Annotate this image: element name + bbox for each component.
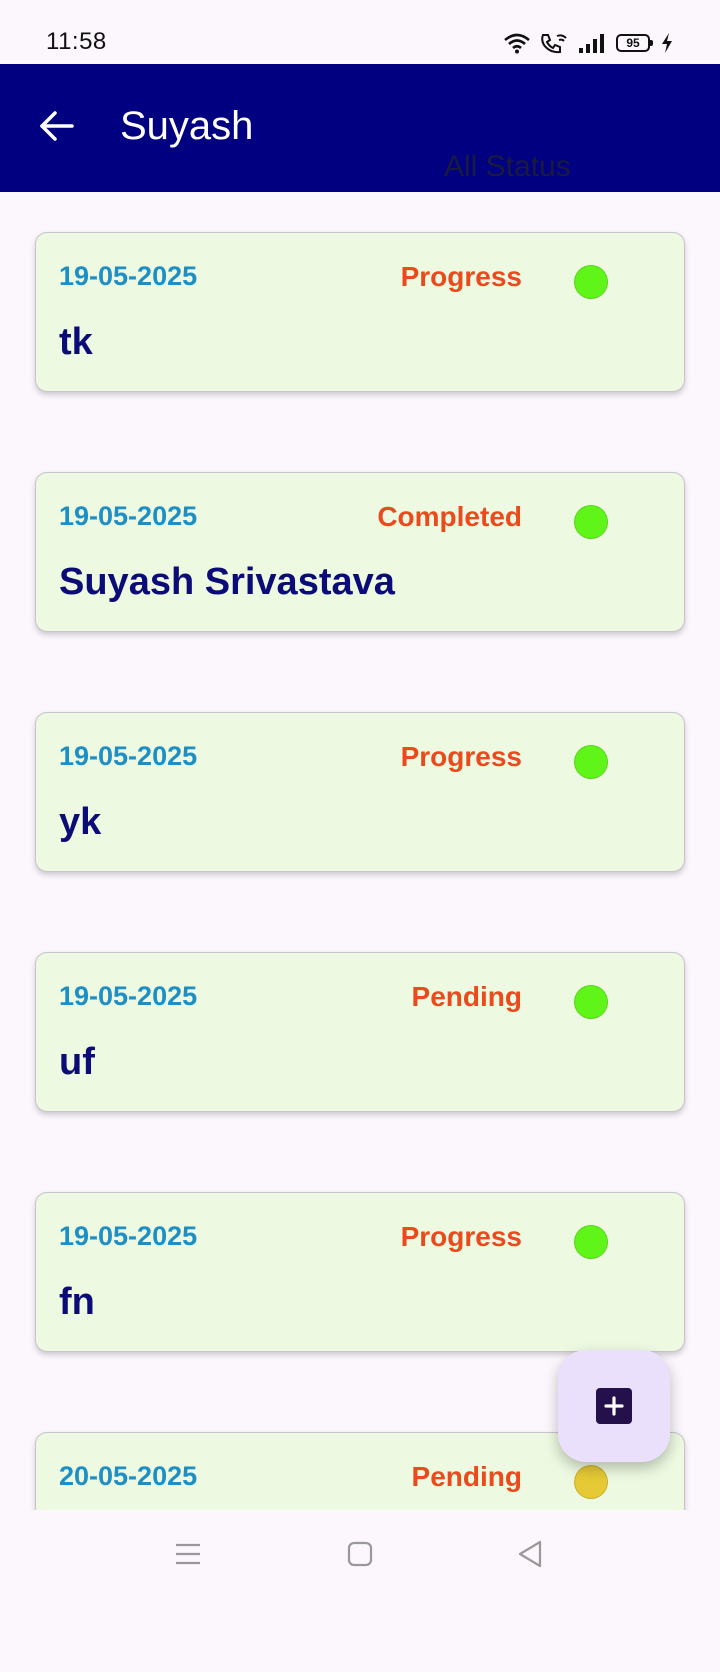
plus-icon — [596, 1388, 632, 1424]
status-dot-icon — [574, 985, 608, 1019]
task-status: Progress — [400, 1221, 522, 1252]
system-nav-bar — [0, 1510, 720, 1600]
battery-icon: 95 — [616, 34, 653, 52]
arrow-left-icon — [38, 110, 74, 147]
task-status: Completed — [377, 501, 522, 532]
status-time: 11:58 — [46, 28, 107, 55]
status-dot-icon — [574, 505, 608, 539]
task-date: 19-05-2025 — [59, 981, 198, 1011]
task-name: fn — [59, 1281, 95, 1323]
menu-icon — [175, 1542, 201, 1571]
task-status: Pending — [411, 981, 522, 1012]
status-bar: 11:58 95 — [0, 0, 720, 64]
task-status: Progress — [400, 741, 522, 772]
task-status: Pending — [411, 1461, 522, 1492]
signal-icon — [578, 33, 606, 53]
app-bar: Suyash All Status — [0, 64, 720, 192]
status-dot-icon — [574, 265, 608, 299]
task-date: 19-05-2025 — [59, 741, 198, 771]
task-card[interactable]: 19-05-2025 Pending uf — [35, 952, 685, 1112]
task-name: tk — [59, 321, 93, 363]
status-dot-icon — [574, 745, 608, 779]
task-card[interactable]: 19-05-2025 Progress tk — [35, 232, 685, 392]
status-dot-icon — [574, 1225, 608, 1259]
status-icons: 95 — [504, 30, 674, 56]
back-triangle-icon — [517, 1540, 543, 1573]
task-name: yk — [59, 801, 102, 843]
task-name: uf — [59, 1041, 95, 1083]
back-nav-button[interactable] — [514, 1540, 546, 1572]
page-title: Suyash — [120, 104, 254, 148]
charging-icon — [660, 32, 674, 54]
wifi-calling-icon — [540, 32, 568, 54]
task-status: Progress — [400, 261, 522, 292]
task-date: 19-05-2025 — [59, 1221, 198, 1251]
status-dot-icon — [574, 1465, 608, 1499]
home-button[interactable] — [344, 1540, 376, 1572]
task-date: 19-05-2025 — [59, 261, 198, 291]
wifi-icon — [504, 32, 530, 54]
task-name: Suyash Srivastava — [59, 561, 395, 603]
task-card[interactable]: 19-05-2025 Progress yk — [35, 712, 685, 872]
task-card[interactable]: 19-05-2025 Completed Suyash Srivastava — [35, 472, 685, 632]
add-task-button[interactable] — [558, 1350, 670, 1462]
task-date: 20-05-2025 — [59, 1461, 198, 1491]
back-button[interactable] — [32, 104, 80, 152]
status-filter-dropdown[interactable]: All Status — [444, 150, 571, 184]
recents-button[interactable] — [172, 1540, 204, 1572]
task-date: 19-05-2025 — [59, 501, 198, 531]
home-icon — [347, 1541, 373, 1572]
task-card[interactable]: 19-05-2025 Progress fn — [35, 1192, 685, 1352]
